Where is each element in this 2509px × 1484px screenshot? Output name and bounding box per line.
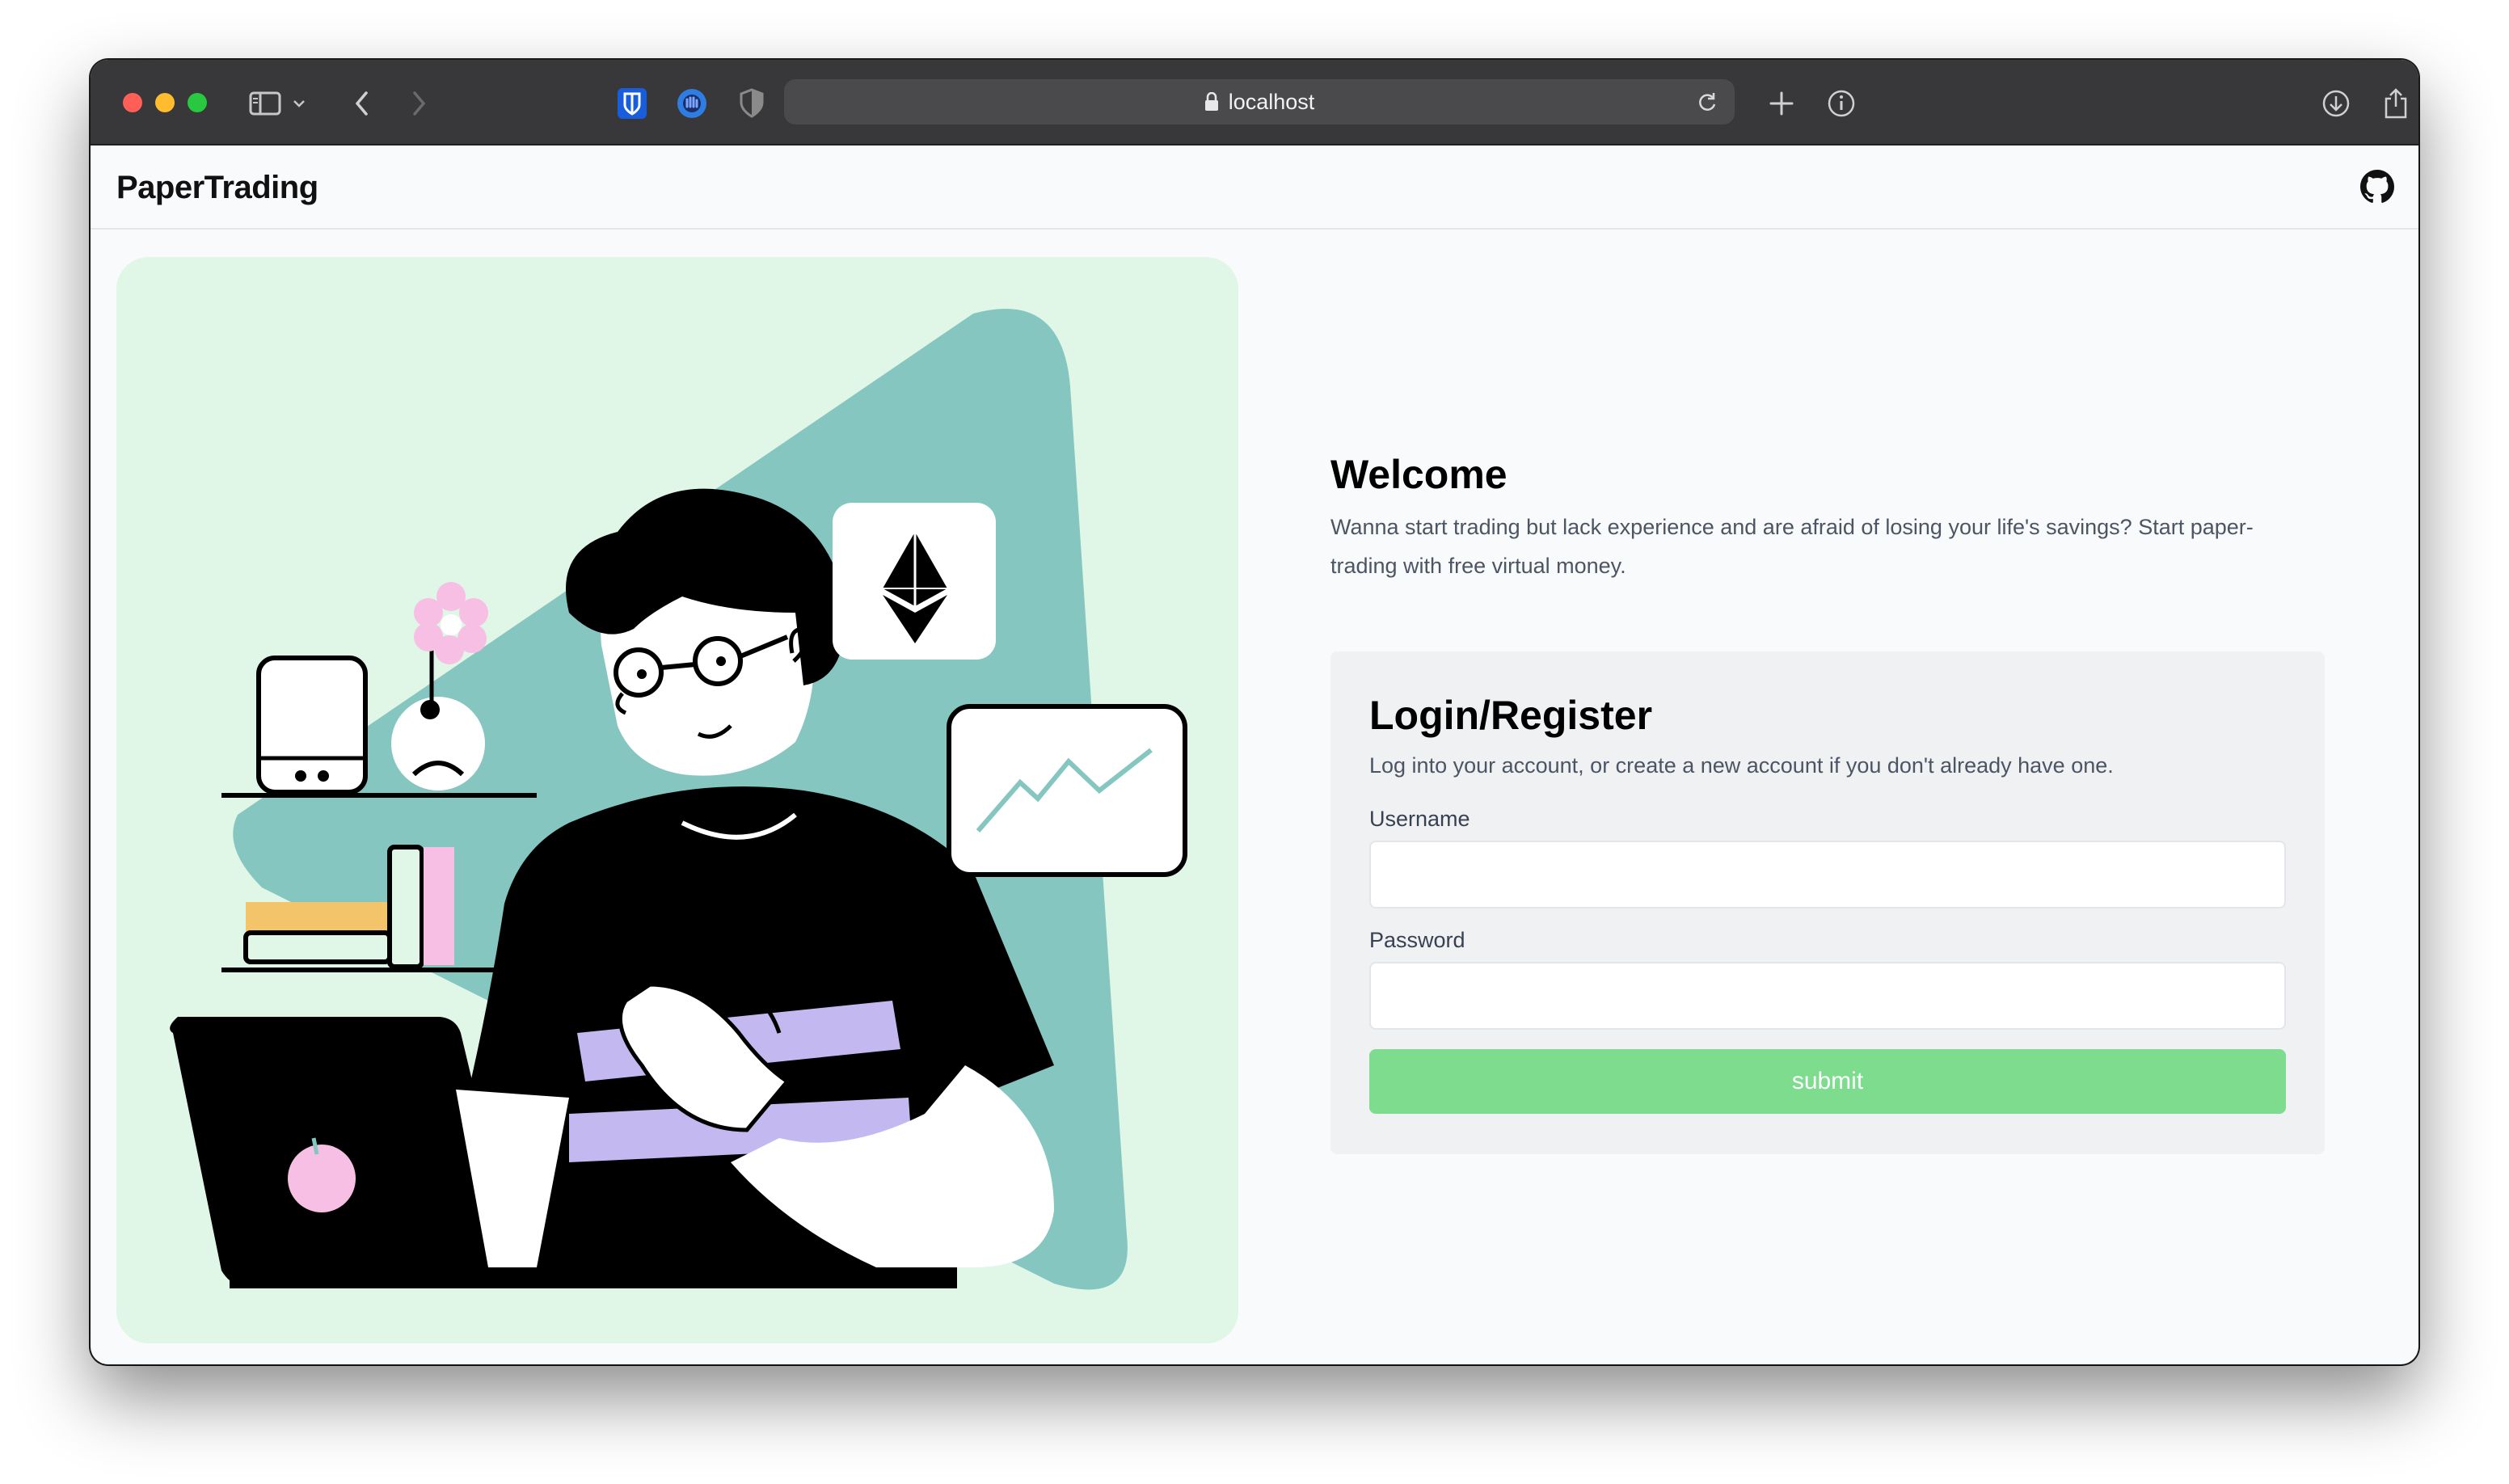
hero-illustration: [116, 257, 1238, 1343]
sidebar-icon[interactable]: [244, 82, 286, 124]
github-icon[interactable]: [2360, 170, 2394, 204]
login-description: Log into your account, or create a new a…: [1369, 753, 2114, 778]
minimize-window-button[interactable]: [155, 93, 175, 112]
browser-window: localhost PaperTrading Welcome Wanna sta…: [91, 60, 2418, 1364]
password-label: Password: [1369, 928, 1465, 952]
bitwarden-extension-icon[interactable]: [611, 82, 653, 124]
privacy-extension-icon[interactable]: [671, 82, 713, 124]
new-tab-icon[interactable]: [1761, 82, 1803, 124]
password-input[interactable]: [1369, 962, 2286, 1030]
app-header: PaperTrading: [91, 145, 2418, 230]
url-text: localhost: [1228, 89, 1315, 114]
share-icon[interactable]: [2375, 82, 2417, 124]
username-input[interactable]: [1369, 841, 2286, 909]
back-icon[interactable]: [341, 82, 383, 124]
username-label: Username: [1369, 807, 1470, 831]
close-window-button[interactable]: [123, 93, 142, 112]
lock-icon: [1204, 92, 1219, 112]
info-icon[interactable]: [1820, 82, 1862, 124]
address-bar[interactable]: localhost: [784, 79, 1735, 124]
login-card: Login/Register Log into your account, or…: [1330, 651, 2325, 1154]
reload-icon[interactable]: [1696, 91, 1718, 119]
welcome-description: Wanna start trading but lack experience …: [1330, 515, 2254, 578]
browser-toolbar: localhost: [91, 60, 2418, 145]
shield-icon[interactable]: [731, 82, 773, 124]
welcome-heading: Welcome: [1330, 452, 1508, 497]
chevron-down-icon[interactable]: [288, 82, 310, 124]
submit-button[interactable]: submit: [1369, 1049, 2286, 1114]
forward-icon[interactable]: [398, 82, 440, 124]
zoom-window-button[interactable]: [188, 93, 207, 112]
download-icon[interactable]: [2315, 82, 2357, 124]
login-heading: Login/Register: [1369, 693, 1653, 738]
brand-logo[interactable]: PaperTrading: [116, 170, 318, 206]
